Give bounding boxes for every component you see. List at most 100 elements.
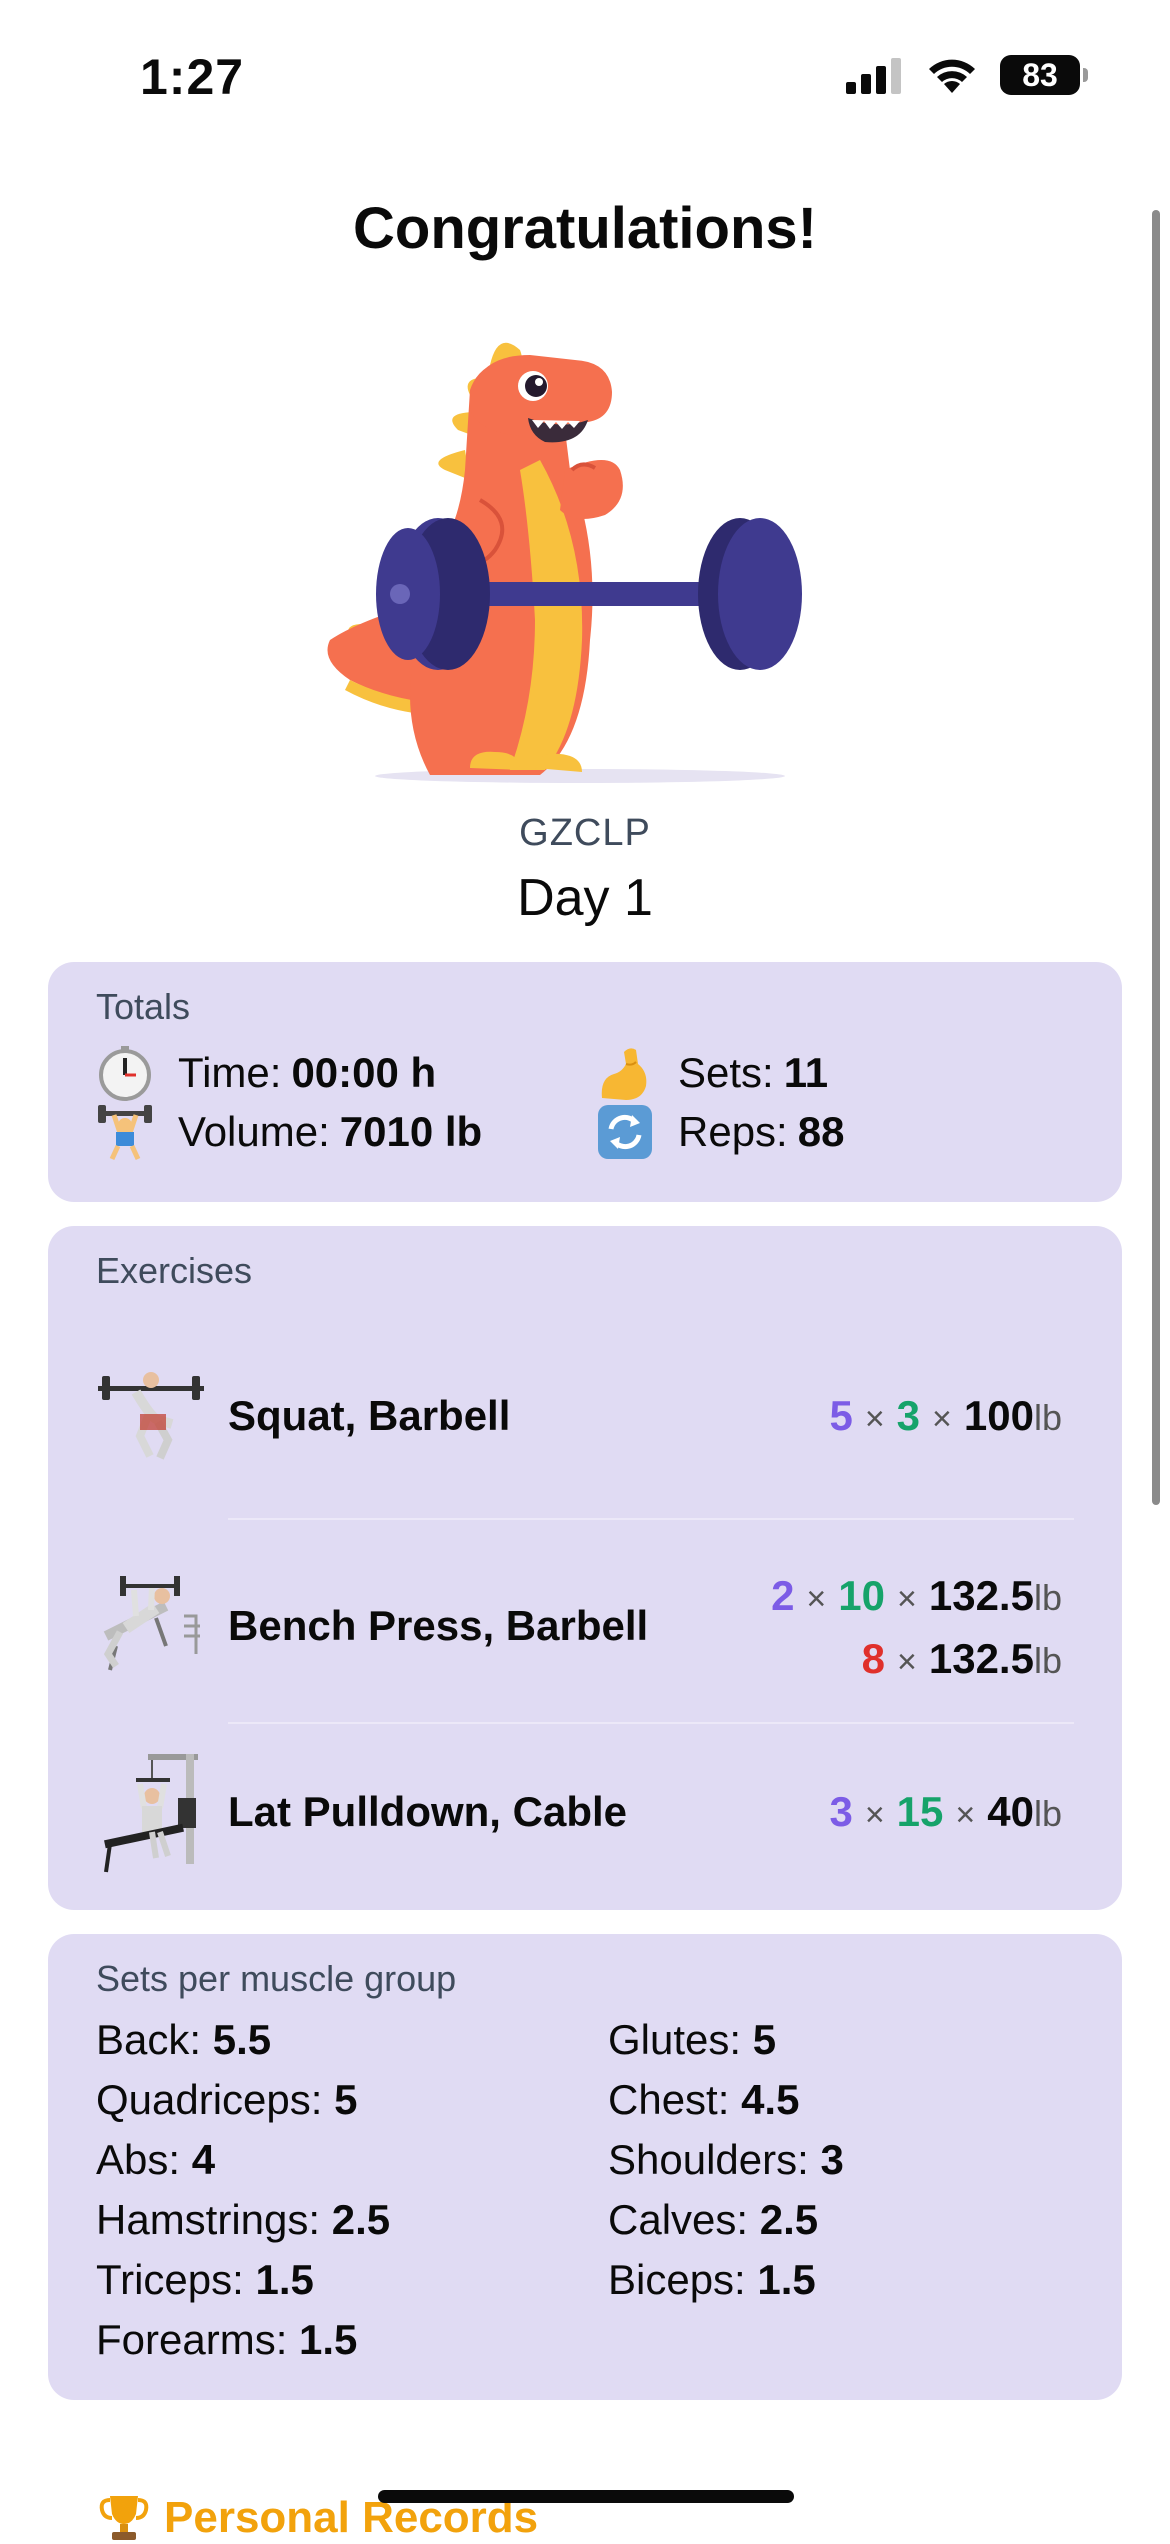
- times-sign: ×: [864, 1796, 885, 1834]
- trophy-icon: [99, 2496, 149, 2540]
- battery-level: 83: [1022, 56, 1058, 93]
- total-sets: Sets: 11: [596, 1044, 828, 1102]
- muscle-label: Forearms:: [96, 2316, 288, 2363]
- page-title: Congratulations!: [353, 196, 817, 261]
- muscle-label: Shoulders:: [608, 2136, 809, 2183]
- volume-value: 7010 lb: [339, 1108, 483, 1155]
- reps-value: 88: [797, 1108, 845, 1155]
- exercises-card: Exercises Squat, Barbell 5 × 3 × 100lb B…: [48, 1226, 1122, 1910]
- totals-heading: Totals: [96, 986, 191, 1027]
- total-reps: Reps: 88: [596, 1103, 844, 1161]
- flexed-biceps-icon: [596, 1044, 654, 1102]
- status-time: 1:27: [140, 49, 245, 105]
- scrollbar[interactable]: [1152, 210, 1160, 1505]
- muscle-value: 2.5: [331, 2196, 391, 2243]
- squat-exercise-image: [98, 1372, 204, 1460]
- muscle-value: 4.5: [741, 2076, 800, 2123]
- muscle-group-item: Shoulders: 3: [608, 2136, 844, 2184]
- muscle-group-item: Chest: 4.5: [608, 2076, 799, 2124]
- time-value: 00:00 h: [291, 1049, 437, 1096]
- muscle-value: 5: [752, 2016, 777, 2063]
- rep-count-failed: 8: [861, 1635, 885, 1682]
- weight-unit: lb: [1033, 1640, 1062, 1681]
- reps-label: Reps:: [678, 1108, 788, 1155]
- muscle-group-item: Triceps: 1.5: [96, 2256, 314, 2304]
- set-line: 5 × 3 × 100lb: [829, 1386, 1062, 1449]
- muscle-value: 3: [820, 2136, 844, 2183]
- muscle-groups-card: Sets per muscle group Back: 5.5 Glutes: …: [48, 1934, 1122, 2400]
- exercise-row-squat[interactable]: Squat, Barbell 5 × 3 × 100lb: [48, 1326, 1122, 1506]
- weight-value: 40: [987, 1788, 1034, 1835]
- muscle-label: Back:: [96, 2016, 202, 2063]
- muscle-group-item: Back: 5.5: [96, 2016, 271, 2064]
- muscle-value: 1.5: [299, 2316, 358, 2363]
- cellular-icon: [846, 58, 901, 94]
- exercises-heading: Exercises: [96, 1250, 253, 1291]
- muscle-label: Triceps:: [96, 2256, 244, 2303]
- times-sign: ×: [932, 1400, 952, 1438]
- repeat-icon: [596, 1103, 654, 1161]
- total-time: Time: 00:00 h: [96, 1044, 436, 1102]
- muscle-value: 4: [191, 2136, 216, 2183]
- divider: [228, 1518, 1074, 1520]
- set-count: 3: [829, 1788, 853, 1835]
- weight-unit: lb: [1033, 1793, 1062, 1834]
- stopwatch-icon: [96, 1044, 154, 1102]
- exercise-name: Lat Pulldown, Cable: [228, 1788, 628, 1835]
- exercise-row-bench-press[interactable]: Bench Press, Barbell 2 × 10 × 132.5lb 8 × 132.…: [48, 1526, 1122, 1716]
- exercise-sets: 5 × 3 × 100lb: [829, 1386, 1062, 1449]
- rep-count: 15: [896, 1788, 944, 1835]
- weight-value: 132.5: [928, 1635, 1034, 1682]
- program-name: GZCLP: [519, 812, 651, 854]
- workout-day: Day 1: [517, 869, 653, 927]
- set-line: 8 × 132.5lb: [771, 1629, 1062, 1692]
- muscle-label: Chest:: [608, 2076, 730, 2123]
- exercise-sets: 2 × 10 × 132.5lb 8 × 132.5lb: [771, 1566, 1062, 1692]
- home-indicator[interactable]: [378, 2490, 794, 2503]
- times-sign: ×: [955, 1796, 976, 1834]
- lat-pulldown-exercise-image: [104, 1754, 198, 1873]
- muscle-group-item: Glutes: 5: [608, 2016, 776, 2064]
- bench-press-exercise-image: [103, 1576, 200, 1671]
- divider: [228, 1722, 1074, 1724]
- time-label: Time:: [178, 1049, 282, 1096]
- set-line: 2 × 10 × 132.5lb: [771, 1566, 1062, 1629]
- dinosaur-barbell-illustration: [327, 342, 802, 783]
- muscle-value: 5.5: [212, 2016, 272, 2063]
- weight-unit: lb: [1033, 1577, 1062, 1618]
- exercise-row-lat-pulldown[interactable]: Lat Pulldown, Cable 3 × 15 × 40lb: [48, 1726, 1122, 1906]
- muscle-label: Quadriceps:: [96, 2076, 323, 2123]
- status-icons: 83: [844, 55, 1088, 95]
- totals-card: Totals Time: 00:00 h Volume: 7010 lb Sets:…: [48, 962, 1122, 1202]
- rep-count: 3: [896, 1392, 921, 1439]
- muscle-value: 5: [334, 2076, 358, 2123]
- times-sign: ×: [806, 1580, 827, 1618]
- set-line: 3 × 15 × 40lb: [829, 1782, 1062, 1845]
- muscle-label: Abs:: [96, 2136, 181, 2183]
- sets-label: Sets:: [678, 1049, 774, 1096]
- weightlifter-icon: [96, 1103, 154, 1161]
- muscle-group-item: Forearms: 1.5: [96, 2316, 357, 2364]
- muscle-value: 1.5: [255, 2256, 314, 2303]
- battery-icon: 83: [1000, 55, 1088, 95]
- sets-value: 11: [783, 1049, 829, 1096]
- muscle-group-item: Quadriceps: 5: [96, 2076, 357, 2124]
- total-volume: Volume: 7010 lb: [96, 1103, 482, 1161]
- muscle-label: Hamstrings:: [96, 2196, 321, 2243]
- times-sign: ×: [897, 1580, 917, 1618]
- volume-label: Volume:: [178, 1108, 330, 1155]
- weight-value: 100: [963, 1392, 1034, 1439]
- wifi-icon: [929, 59, 975, 93]
- rep-count: 10: [838, 1572, 885, 1619]
- exercise-sets: 3 × 15 × 40lb: [829, 1782, 1062, 1845]
- muscle-group-item: Abs: 4: [96, 2136, 215, 2184]
- muscle-label: Biceps:: [608, 2256, 746, 2303]
- set-count: 2: [771, 1572, 795, 1619]
- set-count: 5: [829, 1392, 853, 1439]
- muscle-groups-heading: Sets per muscle group: [96, 1958, 457, 1999]
- times-sign: ×: [864, 1400, 885, 1438]
- muscle-group-item: Calves: 2.5: [608, 2196, 818, 2244]
- muscle-value: 1.5: [757, 2256, 816, 2303]
- weight-value: 132.5: [928, 1572, 1034, 1619]
- exercise-name: Bench Press, Barbell: [228, 1602, 649, 1649]
